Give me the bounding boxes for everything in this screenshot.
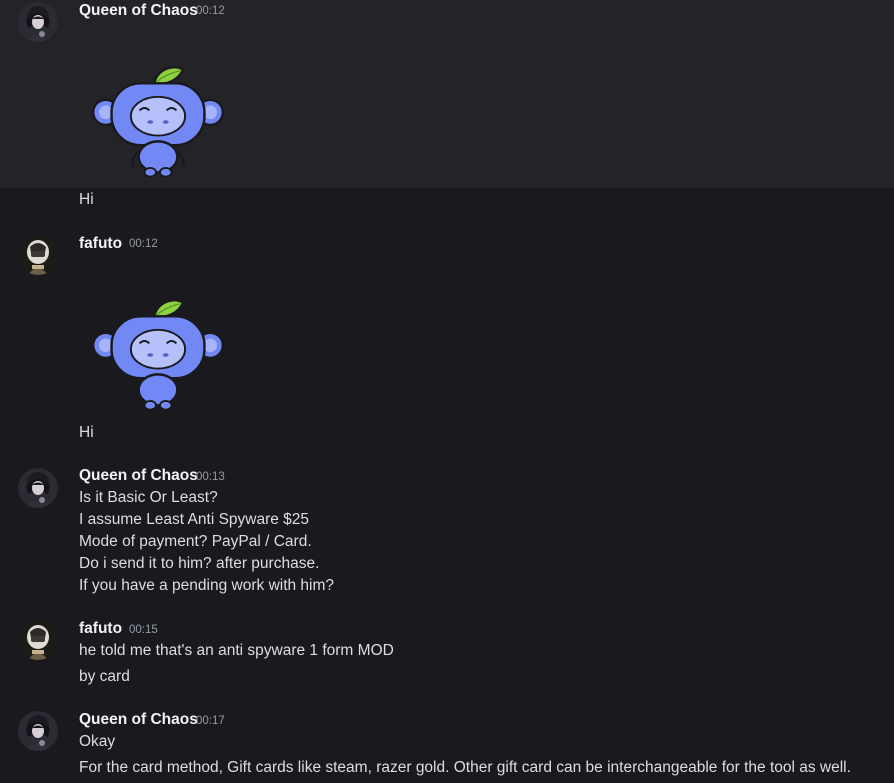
avatar[interactable] [18, 620, 58, 660]
message-text: I assume Least Anti Spyware $25 [79, 511, 310, 528]
message-text: Do i send it to him? after purchase. [79, 555, 320, 572]
wumpus-sticker[interactable] [88, 295, 228, 415]
avatar-image [18, 711, 58, 751]
author-name[interactable]: Queen of Chaos [79, 467, 198, 485]
avatar-image [18, 2, 58, 42]
timestamp[interactable]: 00:17 [196, 715, 225, 727]
message-text: For the card method, Gift cards like ste… [79, 759, 851, 776]
avatar[interactable] [18, 235, 58, 275]
message-text: Okay [79, 733, 116, 750]
author-name[interactable]: fafuto [79, 620, 122, 638]
avatar-image [18, 620, 58, 660]
author-name[interactable]: Queen of Chaos [79, 2, 198, 20]
author-name[interactable]: fafuto [79, 235, 122, 253]
message-text: Mode of payment? PayPal / Card. [79, 533, 312, 550]
timestamp[interactable]: 00:12 [129, 238, 158, 250]
message-group[interactable]: Queen of Chaos 00:12 [0, 0, 894, 188]
avatar-image [18, 235, 58, 275]
avatar[interactable] [18, 468, 58, 508]
message-text: Is it Basic Or Least? [79, 489, 218, 506]
avatar[interactable] [18, 711, 58, 751]
timestamp[interactable]: 00:12 [196, 5, 225, 17]
timestamp[interactable]: 00:13 [196, 471, 225, 483]
message-text: by card [79, 668, 130, 685]
avatar[interactable] [18, 2, 58, 42]
avatar-image [18, 468, 58, 508]
wumpus-sticker[interactable] [88, 62, 228, 182]
author-name[interactable]: Queen of Chaos [79, 711, 198, 729]
timestamp[interactable]: 00:15 [129, 624, 158, 636]
message-text: he told me that's an anti spyware 1 form… [79, 642, 394, 659]
message-text: If you have a pending work with him? [79, 577, 335, 594]
message-text: Hi [79, 191, 94, 208]
message-text: Hi [79, 424, 94, 441]
